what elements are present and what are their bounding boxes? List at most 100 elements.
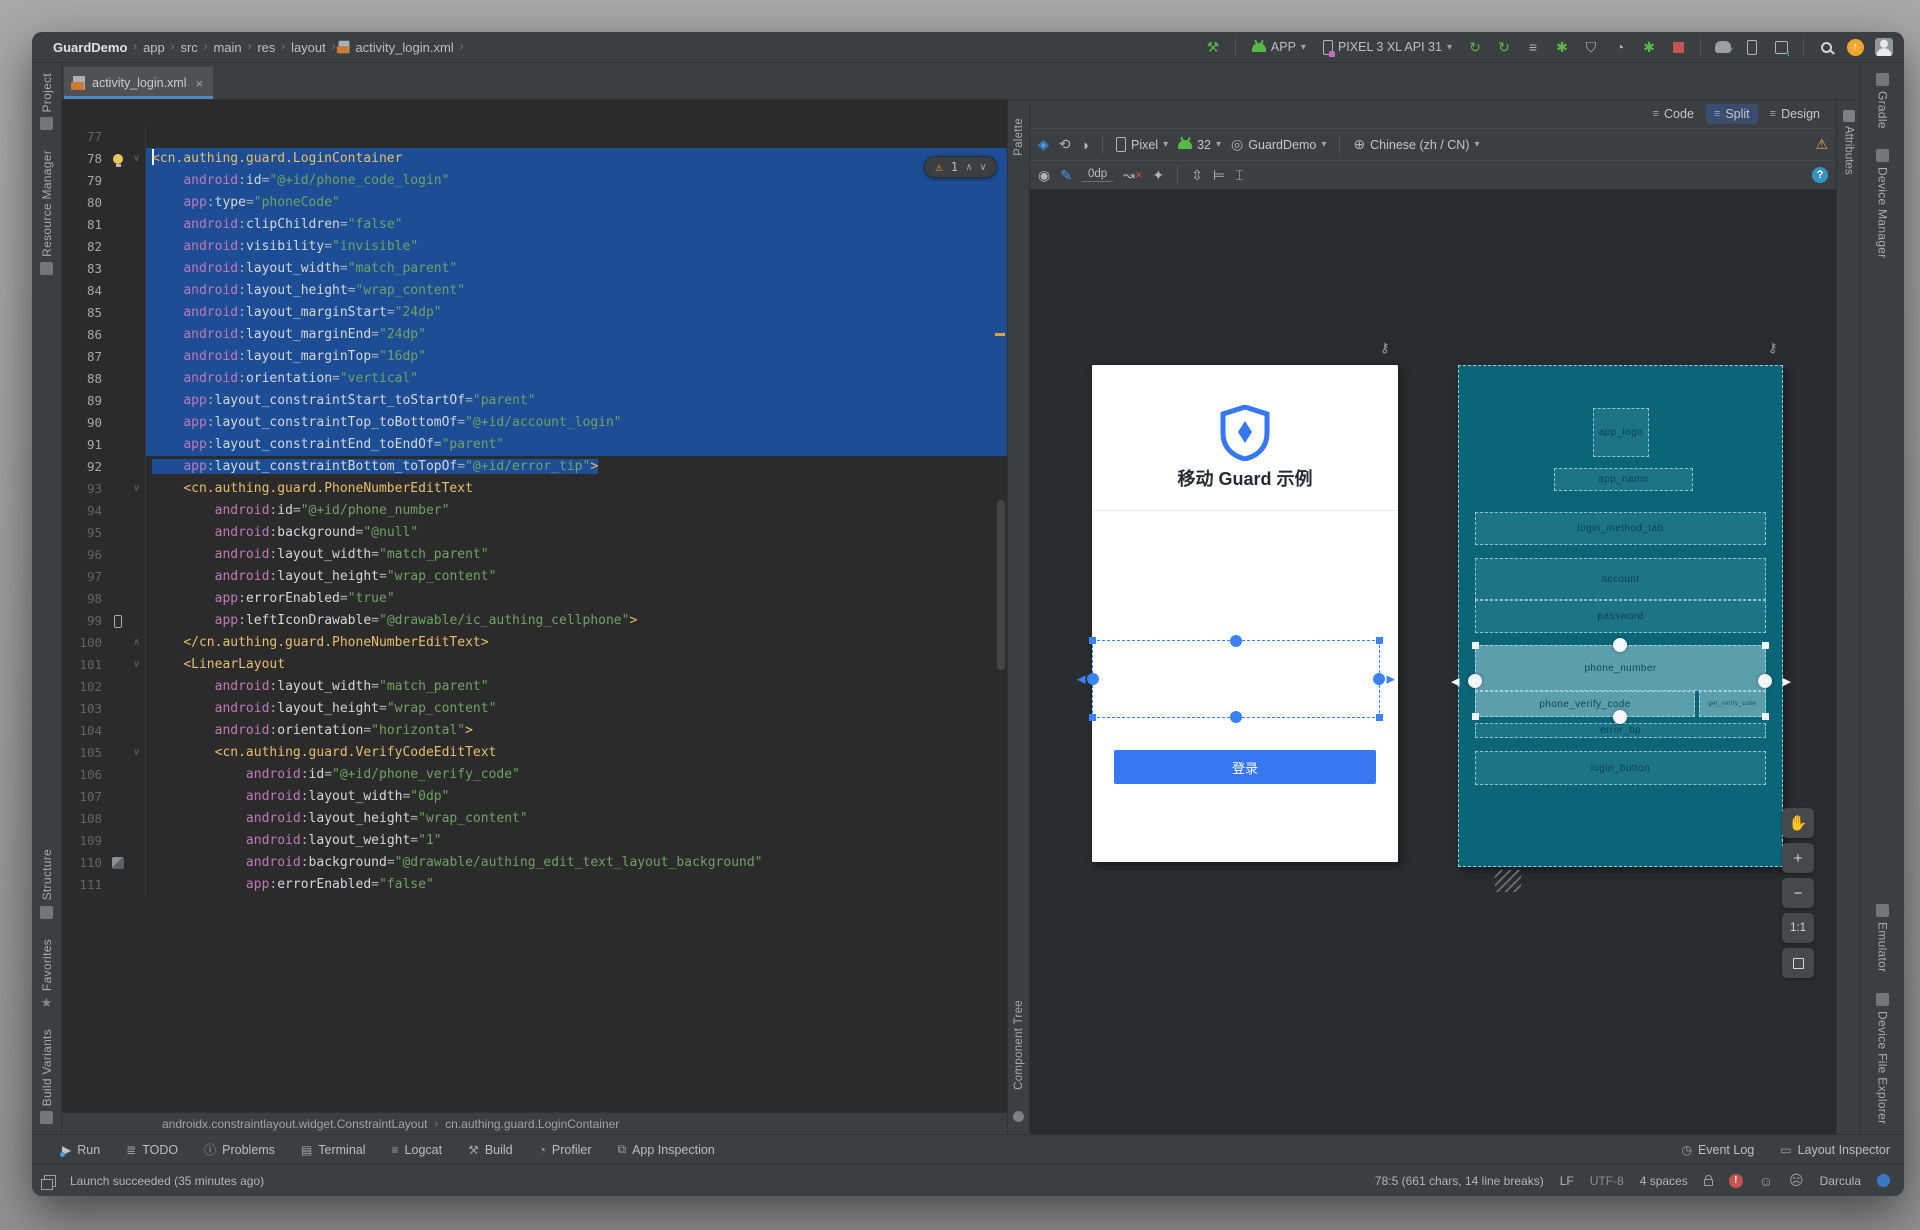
night-mode-icon[interactable]: ◑: [1081, 137, 1089, 153]
sidebar-item-resource-manager[interactable]: Resource Manager: [40, 150, 54, 275]
code-line[interactable]: 91 app:layout_constraintEnd_toEndOf="par…: [62, 434, 1007, 456]
default-margin-select[interactable]: 0dp: [1082, 168, 1113, 182]
code-line[interactable]: 105∨ <cn.authing.guard.VerifyCodeEditTex…: [62, 742, 1007, 764]
toolwindow-profiler[interactable]: ◔Profiler: [539, 1143, 592, 1157]
fold-marker[interactable]: [128, 852, 146, 874]
fold-marker[interactable]: [128, 126, 146, 148]
tool-window-switcher-icon[interactable]: [44, 1175, 56, 1187]
code-line[interactable]: 90 app:layout_constraintTop_toBottomOf="…: [62, 412, 1007, 434]
prev-warning-icon[interactable]: ∧: [966, 162, 972, 173]
code-editor[interactable]: 7778∨<cn.authing.guard.LoginContainer79 …: [62, 100, 1007, 1112]
blueprint-box-app_name[interactable]: app_name: [1554, 468, 1693, 491]
code-line[interactable]: 100∧ </cn.authing.guard.PhoneNumberEditT…: [62, 632, 1007, 654]
fold-marker[interactable]: ∨: [128, 654, 146, 676]
toolwindow-todo[interactable]: ≣TODO: [126, 1143, 178, 1157]
fold-marker[interactable]: ∨: [128, 742, 146, 764]
sidebar-item-favorites[interactable]: Favorites★: [40, 939, 54, 1009]
fold-marker[interactable]: [128, 588, 146, 610]
fold-marker[interactable]: [128, 544, 146, 566]
code-line[interactable]: 78∨<cn.authing.guard.LoginContainer: [62, 148, 1007, 170]
breadcrumb[interactable]: GuardDemo›app›src›main›res›layout›activi…: [50, 39, 464, 56]
blueprint-box-get_verify_code[interactable]: get_verify_code: [1699, 691, 1766, 717]
blueprint-box-error_tip[interactable]: error_tip: [1475, 723, 1766, 738]
constraint-anchor[interactable]: [1613, 710, 1627, 724]
happy-face-icon[interactable]: ☺: [1759, 1173, 1773, 1189]
code-line[interactable]: 94 android:id="@+id/phone_number": [62, 500, 1007, 522]
tab-activity-login-xml[interactable]: activity_login.xml ×: [64, 67, 213, 99]
code-line[interactable]: 80 app:type="phoneCode": [62, 192, 1007, 214]
code-line[interactable]: 81 android:clipChildren="false": [62, 214, 1007, 236]
device-for-preview-select[interactable]: Pixel ▾: [1116, 137, 1168, 152]
code-line[interactable]: 111 app:errorEnabled="false": [62, 874, 1007, 896]
code-line[interactable]: 85 android:layout_marginStart="24dp": [62, 302, 1007, 324]
preview-login-button[interactable]: 登录: [1114, 750, 1376, 784]
clear-constraints-icon[interactable]: ↝✕: [1123, 167, 1142, 184]
resize-handle[interactable]: [1472, 642, 1479, 649]
run-icon[interactable]: ↻: [1465, 37, 1485, 57]
sidebar-item-project[interactable]: Project: [40, 73, 54, 130]
fold-marker[interactable]: ∨: [128, 148, 146, 170]
breadcrumb-item[interactable]: layout: [288, 39, 329, 56]
component-tree-tab[interactable]: Component Tree: [1013, 992, 1025, 1124]
breadcrumb-item[interactable]: activity_login.xml: [352, 39, 456, 56]
search-everywhere-icon[interactable]: [1816, 37, 1836, 57]
fold-marker[interactable]: [128, 698, 146, 720]
code-line[interactable]: 110 android:background="@drawable/authin…: [62, 852, 1007, 874]
code-line[interactable]: 104 android:orientation="horizontal">: [62, 720, 1007, 742]
error-indicator-icon[interactable]: !: [1729, 1174, 1743, 1188]
view-mode-code[interactable]: ≡Code: [1645, 104, 1702, 124]
design-surface-icon[interactable]: ◈: [1038, 136, 1049, 153]
blueprint-box-account[interactable]: account: [1475, 558, 1766, 600]
fold-marker[interactable]: [128, 830, 146, 852]
editor-scrollbar[interactable]: [997, 500, 1005, 670]
blueprint-preview-phone[interactable]: app_logoapp_namelogin_method_tabaccountp…: [1458, 365, 1783, 867]
breadcrumb-item[interactable]: main: [210, 39, 244, 56]
xml-breadcrumb-item[interactable]: androidx.constraintlayout.widget.Constra…: [162, 1117, 428, 1131]
attributes-tab[interactable]: Attributes: [1836, 100, 1860, 1134]
code-line[interactable]: 79 android:id="@+id/phone_code_login": [62, 170, 1007, 192]
toolwindow-layout-inspector[interactable]: ▭Layout Inspector: [1780, 1143, 1890, 1157]
sidebar-item-device-manager[interactable]: Device Manager: [1876, 149, 1890, 259]
sidebar-item-gradle[interactable]: Gradle: [1876, 73, 1890, 129]
surface-resize-handle[interactable]: [1495, 870, 1521, 892]
caret-position[interactable]: 78:5 (661 chars, 14 line breaks): [1375, 1174, 1544, 1188]
apply-changes-icon[interactable]: ↻: [1494, 37, 1514, 57]
drawable-image-icon[interactable]: [112, 857, 124, 869]
fold-marker[interactable]: [128, 676, 146, 698]
code-line[interactable]: 98 app:errorEnabled="true": [62, 588, 1007, 610]
fold-marker[interactable]: [128, 302, 146, 324]
view-mode-split[interactable]: ≡Split: [1706, 104, 1758, 124]
blueprint-box-password[interactable]: password: [1475, 600, 1766, 633]
align-icon[interactable]: ⊨: [1213, 167, 1225, 184]
toolwindow-terminal[interactable]: ▤Terminal: [301, 1143, 366, 1157]
fold-marker[interactable]: ∧: [128, 632, 146, 654]
fold-marker[interactable]: ∨: [128, 478, 146, 500]
code-line[interactable]: 102 android:layout_width="match_parent": [62, 676, 1007, 698]
next-warning-icon[interactable]: ∨: [980, 162, 986, 173]
build-hammer-icon[interactable]: ⚒: [1203, 37, 1223, 57]
close-icon[interactable]: ×: [195, 76, 203, 91]
fold-marker[interactable]: [128, 566, 146, 588]
autoconnect-icon[interactable]: ✎: [1060, 167, 1072, 184]
breadcrumb-item[interactable]: app: [140, 39, 168, 56]
encoding[interactable]: UTF-8: [1590, 1174, 1624, 1188]
resize-handle[interactable]: [1376, 637, 1383, 644]
constraint-anchor[interactable]: [1613, 638, 1627, 652]
pack-icon[interactable]: ⇳: [1191, 167, 1203, 184]
code-line[interactable]: 107 android:layout_width="0dp": [62, 786, 1007, 808]
warning-stripe-mark[interactable]: [995, 333, 1005, 336]
sidebar-item-structure[interactable]: Structure: [40, 849, 54, 918]
zoom-1-1-button[interactable]: 1:1: [1782, 913, 1814, 943]
fold-marker[interactable]: [128, 720, 146, 742]
upgrade-assistant-icon[interactable]: ↑: [1845, 37, 1865, 57]
blueprint-box-login_method_tab[interactable]: login_method_tab: [1475, 512, 1766, 545]
resize-handle[interactable]: [1472, 713, 1479, 720]
code-line[interactable]: 93∨ <cn.authing.guard.PhoneNumberEditTex…: [62, 478, 1007, 500]
blueprint-box-phone_verify_code[interactable]: phone_verify_code: [1475, 691, 1695, 717]
fold-marker[interactable]: [128, 280, 146, 302]
run-with-coverage-icon[interactable]: ⛉: [1581, 37, 1601, 57]
help-icon[interactable]: ?: [1812, 167, 1828, 183]
constraint-anchor[interactable]: [1468, 674, 1482, 688]
design-preview-phone[interactable]: 移动 Guard 示例: [1092, 365, 1398, 862]
fold-marker[interactable]: [128, 764, 146, 786]
